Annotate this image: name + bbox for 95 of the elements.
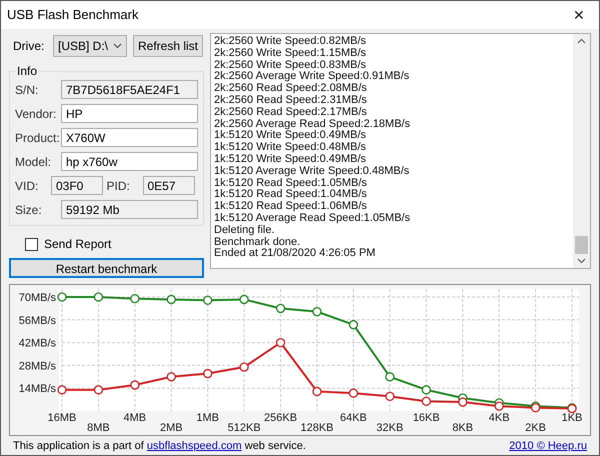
group-title: Info xyxy=(16,64,38,78)
log-line: Deleting file. xyxy=(214,224,275,237)
point xyxy=(57,292,67,302)
x-tick-label: 16MB xyxy=(48,412,76,424)
field-label: S/N: xyxy=(15,82,40,98)
x-tick-label: 4KB xyxy=(488,412,510,424)
point xyxy=(348,388,358,398)
x-tick-label: 256KB xyxy=(264,412,298,424)
point xyxy=(385,372,395,382)
log-line: 2k:2560 Write Speed:0.82MB/s xyxy=(214,36,366,48)
chevron-down-icon xyxy=(113,43,122,49)
y-tick-label: 42MB/s xyxy=(18,338,56,350)
log-box[interactable] xyxy=(210,33,591,269)
point xyxy=(203,296,212,305)
point xyxy=(422,385,431,394)
y-tick-label: 14MB/s xyxy=(18,383,56,396)
y-tick-label: 28MB/s xyxy=(18,360,56,372)
log-line: 1k:5120 Average Write Speed:0.48MB/s xyxy=(214,166,410,178)
checkbox-label: Send Report xyxy=(44,236,112,253)
x-tick-label: 128KB xyxy=(300,422,334,434)
field-label: Vendor: xyxy=(15,106,58,122)
y-tick-label: 56MB/s xyxy=(18,314,56,327)
point xyxy=(494,401,504,411)
point xyxy=(312,386,322,396)
point xyxy=(276,304,286,314)
log-line: 1k:5120 Write Speed:0.49MB/s xyxy=(214,154,366,166)
log-line: 1k:5120 Write Speed:0.49MB/s xyxy=(214,130,366,142)
log-line: Ended at 21/08/2020 4:26:05 PM xyxy=(214,248,376,260)
x-tick-label: 2MB xyxy=(160,422,183,434)
scroll-thumb[interactable] xyxy=(575,236,588,254)
point xyxy=(239,362,249,372)
log-line: 1k:5120 Average Read Speed:1.05MB/s xyxy=(214,212,410,225)
field-label: Product: xyxy=(15,130,61,146)
point xyxy=(239,294,249,304)
log-line: 2k:2560 Write Speed:0.83MB/s xyxy=(214,60,366,71)
point xyxy=(166,372,176,382)
log-line: 2k:2560 Read Speed:2.31MB/s xyxy=(214,94,367,107)
point xyxy=(130,380,140,390)
website-link[interactable]: usbflashspeed.com xyxy=(146,440,242,452)
field-label: VID: xyxy=(15,178,40,194)
log-line: 2k:2560 Average Read Speed:2.18MB/s xyxy=(214,118,410,130)
point xyxy=(203,368,212,378)
checkbox[interactable] xyxy=(25,238,38,250)
text-field[interactable]: 0E57 xyxy=(142,176,194,195)
drive-label: Drive: xyxy=(12,38,46,55)
x-tick-label: 64KB xyxy=(340,412,367,424)
log-line: 1k:5120 Write Speed:0.48MB/s xyxy=(214,142,366,154)
x-tick-label: 32KB xyxy=(376,422,404,434)
refresh-button[interactable]: Refresh list xyxy=(133,35,204,57)
point xyxy=(57,385,67,394)
x-tick-label: 8MB xyxy=(87,422,110,434)
x-tick-label: 1MB xyxy=(196,412,220,424)
log-line: Benchmark done. xyxy=(214,236,300,248)
text-field[interactable]: X760W xyxy=(61,128,198,147)
point xyxy=(385,392,395,401)
scroll-up-icon xyxy=(577,38,586,44)
point xyxy=(166,294,176,304)
text-field[interactable]: hp x760w xyxy=(61,152,198,171)
field-label: Model: xyxy=(15,154,52,170)
field-label: Size: xyxy=(15,202,43,218)
close-button[interactable]: ✕ xyxy=(559,1,599,29)
point xyxy=(94,385,104,394)
restart-button[interactable]: Restart benchmark xyxy=(9,258,204,278)
text-field[interactable]: 03F0 xyxy=(51,176,103,195)
x-tick-label: 8KB xyxy=(452,422,474,434)
y-tick-label: 70MB/s xyxy=(18,292,56,304)
log-line: 2k:2560 Read Speed:2.17MB/s xyxy=(214,106,367,119)
point xyxy=(348,320,358,330)
point xyxy=(312,307,322,316)
log-line: 2k:2560 Average Write Speed:0.91MB/s xyxy=(214,71,410,83)
x-tick-label: 16KB xyxy=(412,412,440,424)
text-field[interactable]: 7B7D5618F5AE24F1 xyxy=(61,80,198,99)
point xyxy=(276,338,286,348)
window-title: USB Flash Benchmark xyxy=(6,6,138,24)
scroll-down-icon xyxy=(577,258,586,264)
log-line: 2k:2560 Write Speed:1.15MB/s xyxy=(214,48,366,60)
log-line: 2k:2560 Read Speed:2.08MB/s xyxy=(214,83,367,95)
log-line: 1k:5120 Read Speed:1.04MB/s xyxy=(214,189,367,201)
point xyxy=(130,294,140,304)
x-tick-label: 1KB xyxy=(562,412,582,424)
point xyxy=(458,397,468,407)
x-tick-label: 2KB xyxy=(525,422,546,434)
text-field[interactable]: HP xyxy=(61,104,198,123)
x-tick-label: 512KB xyxy=(228,422,261,434)
field-label: PID: xyxy=(106,178,131,194)
x-tick-label: 4MB xyxy=(124,412,146,424)
scrollbar[interactable] xyxy=(573,34,590,268)
drive-dropdown[interactable]: [USB] D:\ xyxy=(53,35,127,57)
log-line: 1k:5120 Read Speed:1.06MB/s xyxy=(214,201,367,213)
log-line: 1k:5120 Read Speed:1.05MB/s xyxy=(214,178,367,189)
credit-link[interactable]: 2010 © Heep.ru xyxy=(509,439,587,453)
text-field[interactable]: 59192 Mb xyxy=(61,200,198,219)
point xyxy=(94,292,104,302)
footer-text: This application is a part of usbflashspeed.com web service. xyxy=(13,439,306,453)
point xyxy=(422,396,431,406)
